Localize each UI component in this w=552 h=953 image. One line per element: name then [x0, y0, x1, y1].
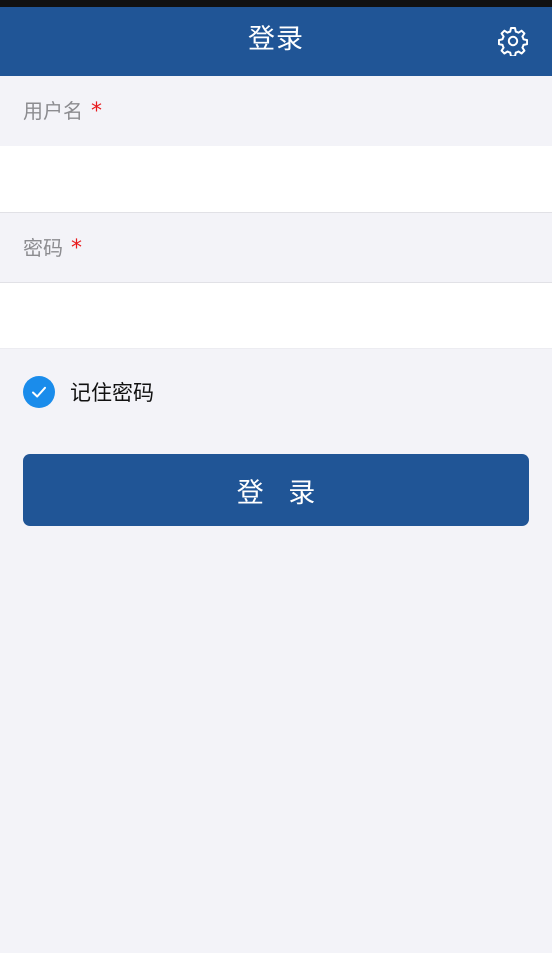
divider — [0, 348, 552, 349]
check-icon — [32, 386, 46, 398]
username-label-row: 用户名 * — [0, 76, 552, 146]
password-label-text: 密码 — [23, 236, 63, 260]
page-title: 登录 — [248, 24, 304, 55]
password-label: 密码 * — [23, 213, 82, 284]
remember-password-toggle[interactable]: 记住密码 — [23, 374, 154, 410]
password-required-mark: * — [71, 236, 82, 261]
username-required-mark: * — [91, 99, 102, 124]
settings-button[interactable] — [494, 22, 532, 60]
username-label: 用户名 * — [23, 76, 102, 147]
password-label-row: 密码 * — [0, 213, 552, 283]
remember-checkbox[interactable] — [23, 376, 55, 408]
username-label-text: 用户名 — [23, 99, 83, 123]
nav-bar: 登录 — [0, 7, 552, 76]
gear-icon — [498, 27, 528, 56]
username-input[interactable] — [0, 146, 552, 212]
password-input[interactable] — [0, 283, 552, 349]
remember-label: 记住密码 — [70, 381, 154, 405]
status-bar — [0, 0, 552, 7]
login-button[interactable]: 登 录 — [23, 454, 529, 526]
